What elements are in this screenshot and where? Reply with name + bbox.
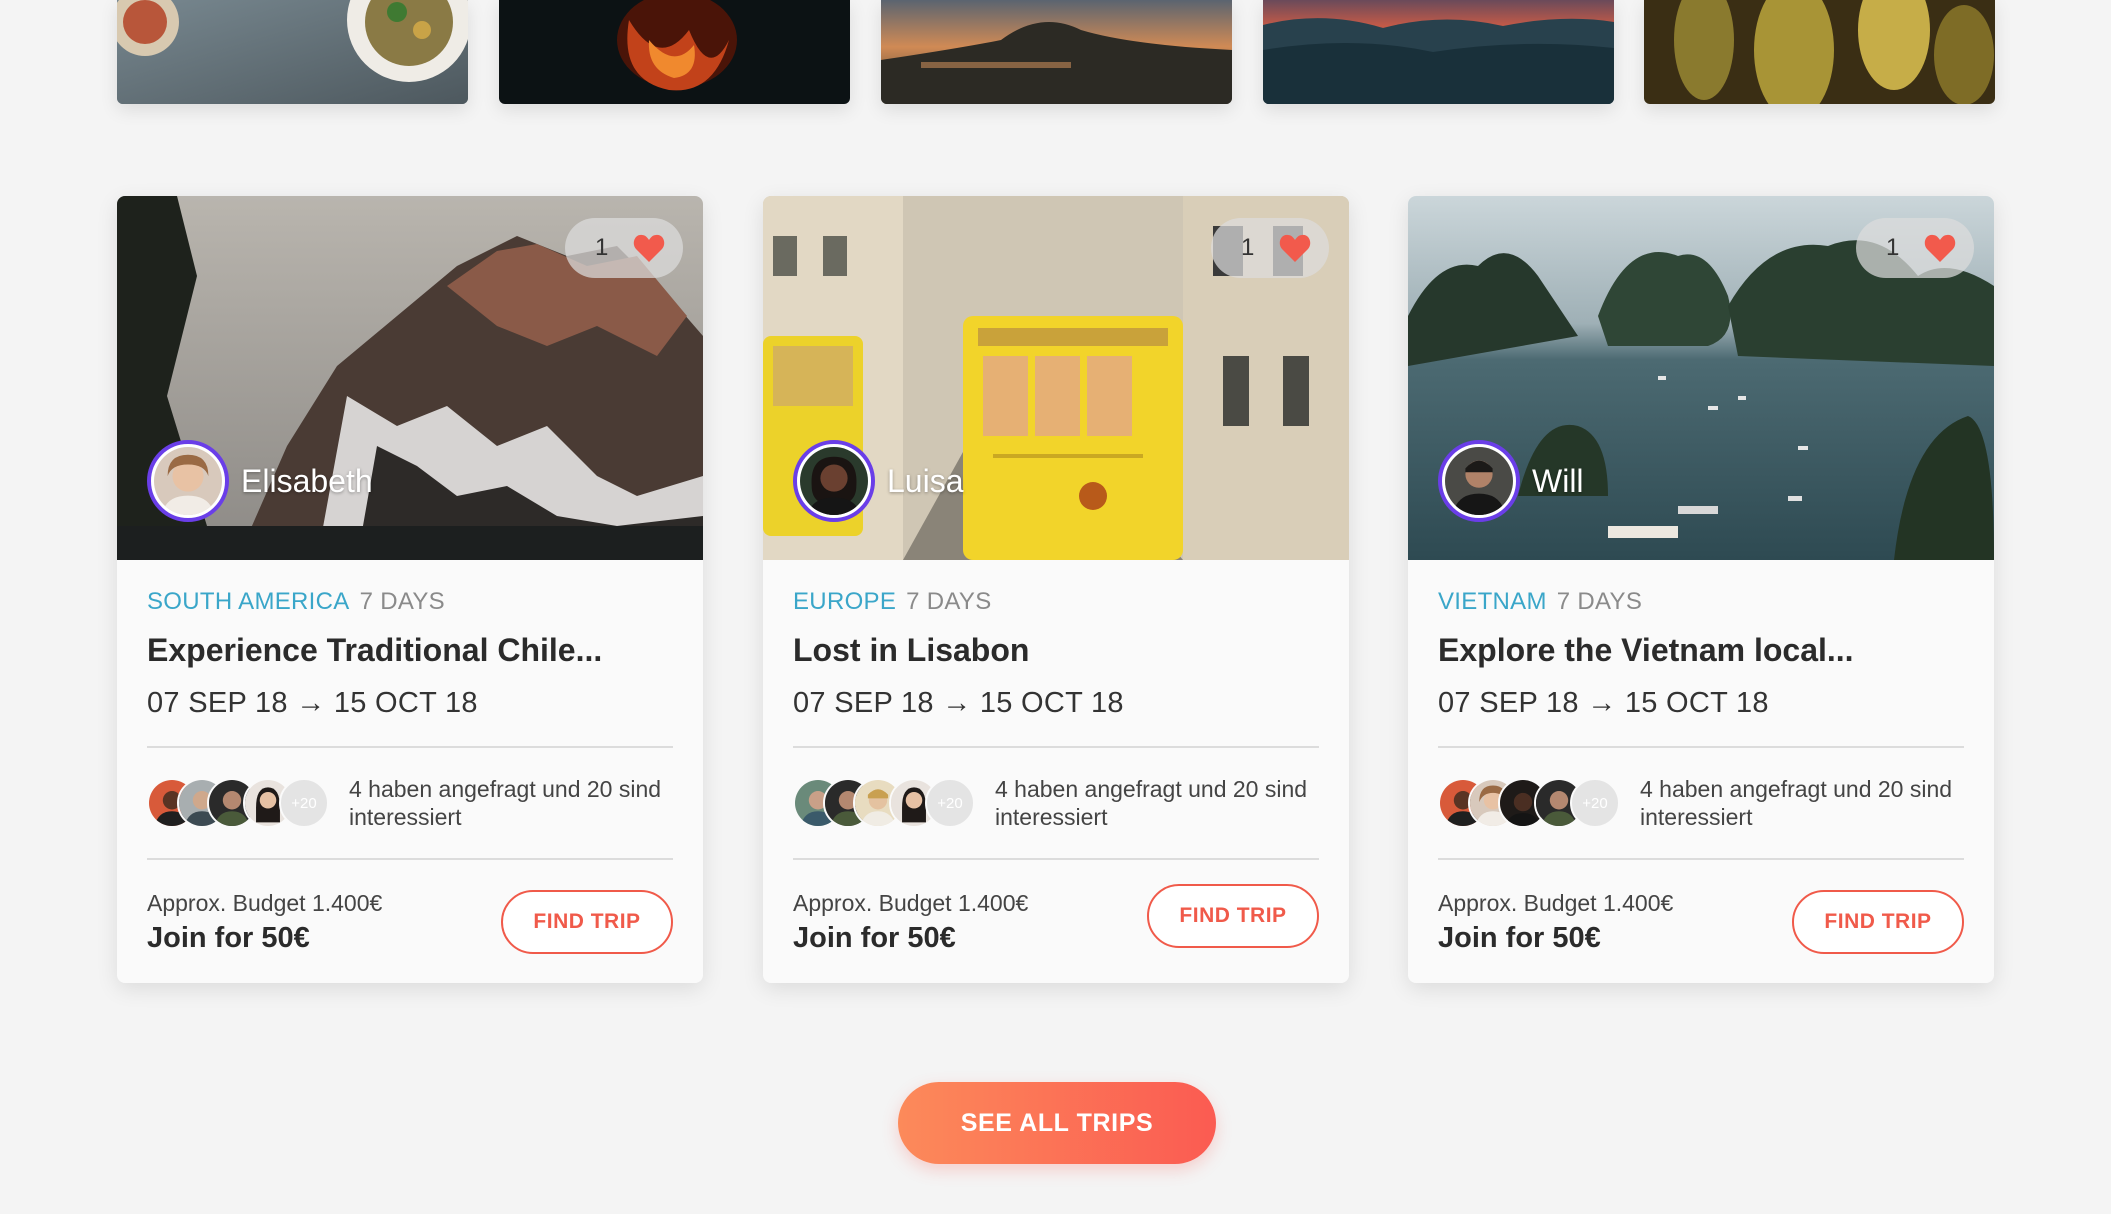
- trip-requests: +20 4 haben angefragt und 20 sind intere…: [793, 748, 1319, 858]
- requests-text: 4 haben angefragt und 20 sind interessie…: [1640, 776, 1953, 830]
- participant-avatars[interactable]: +20: [147, 778, 329, 828]
- host-info[interactable]: Will: [1438, 440, 1584, 522]
- trip-dates: 07 SEP 18 → 15 OCT 18: [147, 687, 478, 719]
- host-name: Elisabeth: [241, 462, 373, 499]
- requests-text: 4 haben angefragt und 20 sind interessie…: [995, 776, 1308, 830]
- trip-cover-image[interactable]: 1 Will: [1408, 196, 1994, 560]
- trip-region: EUROPE: [793, 588, 897, 615]
- like-count: 1: [1886, 234, 1900, 261]
- like-button[interactable]: 1: [1211, 218, 1329, 278]
- heart-icon: [1279, 234, 1311, 262]
- thumbnail-fire[interactable]: [499, 0, 850, 104]
- host-avatar[interactable]: [793, 440, 875, 522]
- find-trip-button[interactable]: FIND TRIP: [1792, 890, 1964, 954]
- thumbnail-volcano-sunset[interactable]: [881, 0, 1232, 104]
- host-name: Will: [1532, 462, 1584, 499]
- trip-title[interactable]: Experience Traditional Chile...: [147, 632, 673, 669]
- trip-join-price: Join for 50€: [793, 922, 956, 954]
- participant-avatars[interactable]: +20: [793, 778, 975, 828]
- thumbnail-food[interactable]: [117, 0, 468, 104]
- host-info[interactable]: Elisabeth: [147, 440, 373, 522]
- requests-text: 4 haben angefragt und 20 sind interessie…: [349, 776, 662, 830]
- trip-budget: Approx. Budget 1.400€: [147, 890, 383, 916]
- trip-cover-image[interactable]: 1 Elisabeth: [117, 196, 703, 560]
- trip-join-price: Join for 50€: [147, 922, 310, 954]
- like-count: 1: [1241, 234, 1255, 261]
- trip-requests: +20 4 haben angefragt und 20 sind intere…: [147, 748, 673, 858]
- top-thumbnail-strip: [117, 0, 1995, 104]
- thumbnail-mountain-dusk[interactable]: [1263, 0, 1614, 104]
- trip-duration: 7 DAYS: [906, 588, 992, 615]
- trip-budget: Approx. Budget 1.400€: [1438, 890, 1674, 916]
- host-avatar[interactable]: [1438, 440, 1520, 522]
- trip-cover-image[interactable]: 1 Luisa: [763, 196, 1349, 560]
- like-button[interactable]: 1: [565, 218, 683, 278]
- trip-title[interactable]: Lost in Lisabon: [793, 632, 1319, 669]
- trip-card[interactable]: 1 Will VIETNAM 7 DAYS Explore the Vietnam…: [1408, 196, 1994, 983]
- see-all-trips-button[interactable]: SEE ALL TRIPS: [898, 1082, 1216, 1164]
- trip-dates: 07 SEP 18 → 15 OCT 18: [793, 687, 1124, 719]
- heart-icon: [633, 234, 665, 262]
- host-avatar[interactable]: [147, 440, 229, 522]
- heart-icon: [1924, 234, 1956, 262]
- find-trip-button[interactable]: FIND TRIP: [501, 890, 673, 954]
- trip-card[interactable]: 1 Elisabeth SOUTH AMERICA 7 DAYS Experien…: [117, 196, 703, 983]
- thumbnail-cactus[interactable]: [1644, 0, 1995, 104]
- trip-requests: +20 4 haben angefragt und 20 sind intere…: [1438, 748, 1964, 858]
- more-participants-badge[interactable]: +20: [1570, 778, 1620, 828]
- host-info[interactable]: Luisa: [793, 440, 964, 522]
- more-participants-badge[interactable]: +20: [279, 778, 329, 828]
- like-count: 1: [595, 234, 609, 261]
- trip-title[interactable]: Explore the Vietnam local...: [1438, 632, 1964, 669]
- host-name: Luisa: [887, 462, 964, 499]
- find-trip-button[interactable]: FIND TRIP: [1147, 884, 1319, 948]
- trip-join-price: Join for 50€: [1438, 922, 1601, 954]
- trip-card[interactable]: 1 Luisa EUROPE 7 DAYS Lost in Lisabon 07 …: [763, 196, 1349, 983]
- trip-region: SOUTH AMERICA: [147, 588, 350, 615]
- trip-duration: 7 DAYS: [1556, 588, 1643, 615]
- more-participants-badge[interactable]: +20: [925, 778, 975, 828]
- trip-dates: 07 SEP 18 → 15 OCT 18: [1438, 687, 1769, 719]
- trip-budget: Approx. Budget 1.400€: [793, 890, 1029, 916]
- like-button[interactable]: 1: [1856, 218, 1974, 278]
- trip-region: VIETNAM: [1438, 588, 1547, 615]
- participant-avatars[interactable]: +20: [1438, 778, 1620, 828]
- trip-duration: 7 DAYS: [359, 588, 445, 615]
